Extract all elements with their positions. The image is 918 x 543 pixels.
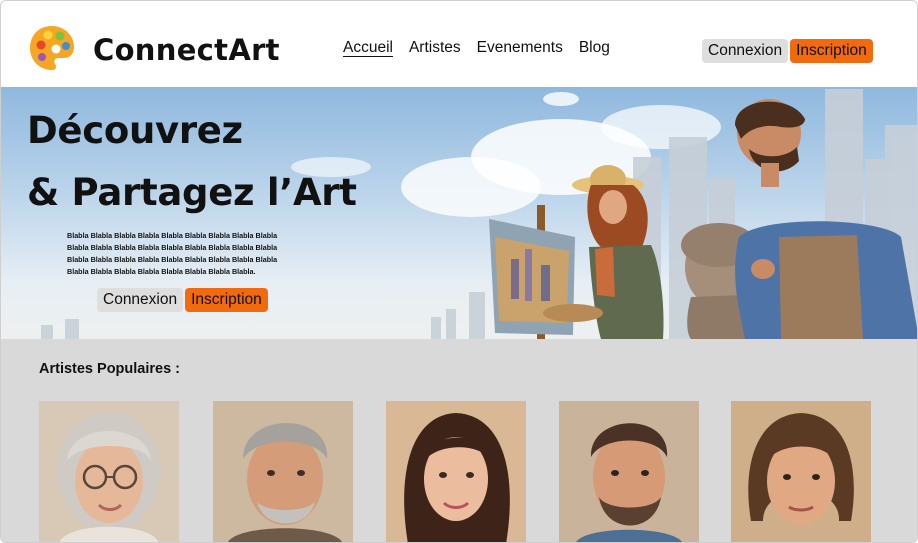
brand-name[interactable]: ConnectArt xyxy=(93,33,280,67)
hero-title-line2: & Partagez l’Art xyxy=(27,171,357,214)
hero-description-line: Blabla Blabla Blabla Blabla Blabla Blabl… xyxy=(67,255,278,264)
artist-portrait xyxy=(559,401,699,542)
site-header: ConnectArt Accueil Artistes Evenements B… xyxy=(1,1,917,87)
hero-description-line: Blabla Blabla Blabla Blabla Blabla Blabl… xyxy=(67,231,278,240)
artist-portrait xyxy=(39,401,179,542)
header-signup-button[interactable]: Inscription xyxy=(790,39,873,63)
hero-banner: Découvrez & Partagez l’Art Blabla Blabla… xyxy=(1,87,917,339)
nav-item-accueil[interactable]: Accueil xyxy=(343,39,393,57)
nav-item-evenements[interactable]: Evenements xyxy=(477,39,563,57)
artist-card[interactable] xyxy=(386,401,526,542)
header-login-button[interactable]: Connexion xyxy=(702,39,789,63)
artist-card[interactable] xyxy=(731,401,871,542)
main-nav: Accueil Artistes Evenements Blog xyxy=(343,39,610,57)
nav-item-artistes[interactable]: Artistes xyxy=(409,39,461,57)
artist-portrait xyxy=(386,401,526,542)
hero-login-button[interactable]: Connexion xyxy=(97,288,184,312)
hero-actions: Connexion Inscription xyxy=(97,288,268,312)
header-actions: Connexion Inscription xyxy=(702,39,873,63)
nav-item-blog[interactable]: Blog xyxy=(579,39,610,57)
section-title: Artistes Populaires : xyxy=(39,361,181,377)
artist-card[interactable] xyxy=(39,401,179,542)
artist-portrait xyxy=(213,401,353,542)
hero-signup-button[interactable]: Inscription xyxy=(185,288,268,312)
artist-card[interactable] xyxy=(559,401,699,542)
artist-card[interactable] xyxy=(213,401,353,542)
hero-description-line: Blabla Blabla Blabla Blabla Blabla Blabl… xyxy=(67,243,278,252)
hero-description-line: Blabla Blabla Blabla Blabla Blabla Blabl… xyxy=(67,267,256,276)
palette-icon[interactable] xyxy=(27,23,77,73)
app-frame: ConnectArt Accueil Artistes Evenements B… xyxy=(0,0,918,543)
hero-description: Blabla Blabla Blabla Blabla Blabla Blabl… xyxy=(67,230,317,278)
popular-artists-section: Artistes Populaires : xyxy=(1,339,917,542)
artist-portrait xyxy=(731,401,871,542)
hero-title-line1: Découvrez xyxy=(27,109,243,152)
